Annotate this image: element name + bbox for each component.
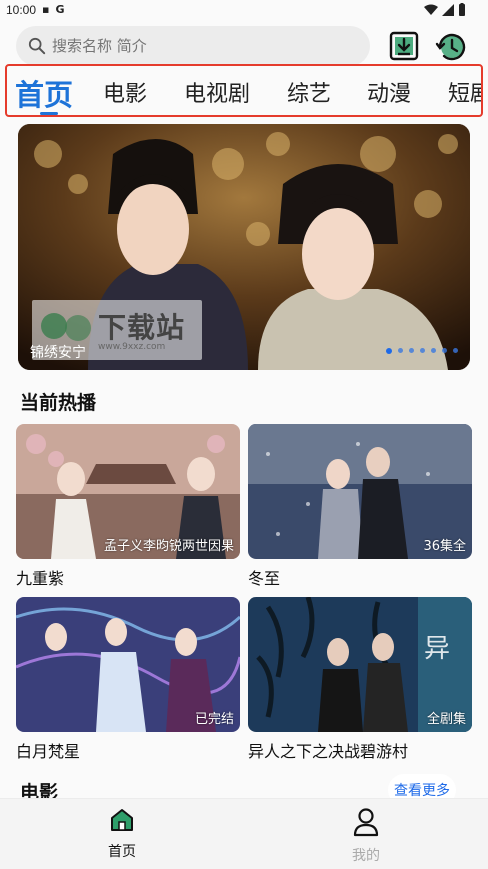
- download-icon: [389, 31, 419, 61]
- video-title: 白月梵星: [16, 742, 81, 761]
- search-bar[interactable]: [16, 26, 370, 66]
- video-thumbnail: 异 全剧集: [248, 597, 472, 732]
- search-input[interactable]: [50, 36, 354, 56]
- watermark-text: 下载站: [98, 311, 186, 344]
- nav-mine[interactable]: 我的: [336, 807, 396, 865]
- wifi-icon: [424, 4, 438, 15]
- video-thumbnail: 已完结: [16, 597, 240, 732]
- status-system-icons: [424, 3, 466, 16]
- tab-active-indicator: [40, 112, 58, 115]
- video-title: 异人之下之决战碧游村: [248, 742, 409, 761]
- video-card[interactable]: 异 全剧集 异人之下之决战碧游村: [248, 597, 472, 762]
- carousel-dot[interactable]: [453, 348, 458, 353]
- category-tabs: 首页 电影 电视剧 综艺 动漫 短剧: [5, 64, 483, 117]
- tab-tv-series[interactable]: 电视剧: [184, 76, 250, 108]
- user-icon: [353, 808, 379, 837]
- tab-variety[interactable]: 综艺: [287, 76, 331, 108]
- download-button[interactable]: [388, 30, 422, 64]
- video-title: 九重紫: [16, 569, 65, 588]
- section-title-hot: 当前热播: [20, 392, 97, 414]
- battery-icon: [459, 3, 465, 16]
- tab-anime[interactable]: 动漫: [367, 76, 411, 108]
- status-time: 10:00: [6, 3, 37, 17]
- svg-text:异: 异: [424, 634, 450, 664]
- video-badge: 36集全: [423, 539, 466, 554]
- home-icon: [111, 809, 133, 831]
- carousel-dot[interactable]: [420, 348, 425, 353]
- video-thumbnail: 孟子义李昀锐两世因果: [16, 424, 240, 559]
- carousel-indicator: [386, 348, 458, 354]
- nav-home-label: 首页: [108, 844, 136, 860]
- google-icon: G: [55, 3, 65, 16]
- status-bar: 10:00 ▪ G: [0, 0, 488, 22]
- sim-icon: ▪: [42, 3, 50, 16]
- video-badge: 孟子义李昀锐两世因果: [103, 539, 234, 554]
- history-icon: [435, 33, 466, 61]
- history-button[interactable]: [434, 30, 468, 64]
- bottom-navigation: 首页 我的: [0, 798, 488, 869]
- tab-short-drama[interactable]: 短剧: [448, 76, 481, 108]
- carousel-dot[interactable]: [386, 348, 392, 354]
- carousel-dot[interactable]: [431, 348, 436, 353]
- video-card[interactable]: 孟子义李昀锐两世因果 九重紫: [16, 424, 240, 589]
- video-badge: 已完结: [194, 712, 234, 727]
- tab-home[interactable]: 首页: [15, 72, 73, 114]
- video-card[interactable]: 已完结 白月梵星: [16, 597, 240, 762]
- video-card[interactable]: 36集全 冬至: [248, 424, 472, 589]
- banner-carousel[interactable]: 下载站 www.9xxz.com 锦绣安宁: [18, 124, 470, 370]
- nav-mine-label: 我的: [352, 848, 380, 864]
- banner-title: 锦绣安宁: [30, 345, 86, 361]
- nav-home[interactable]: 首页: [92, 807, 152, 861]
- search-icon: [28, 37, 46, 55]
- video-title: 冬至: [248, 569, 281, 588]
- video-badge: 全剧集: [426, 712, 466, 727]
- watermark-url: www.9xxz.com: [98, 342, 166, 352]
- video-thumbnail: 36集全: [248, 424, 472, 559]
- carousel-dot[interactable]: [442, 348, 447, 353]
- tab-movies[interactable]: 电影: [103, 76, 147, 108]
- signal-icon: [442, 3, 454, 16]
- carousel-dot[interactable]: [409, 348, 414, 353]
- status-notification-icons: ▪ G: [42, 3, 65, 16]
- carousel-dot[interactable]: [398, 348, 403, 353]
